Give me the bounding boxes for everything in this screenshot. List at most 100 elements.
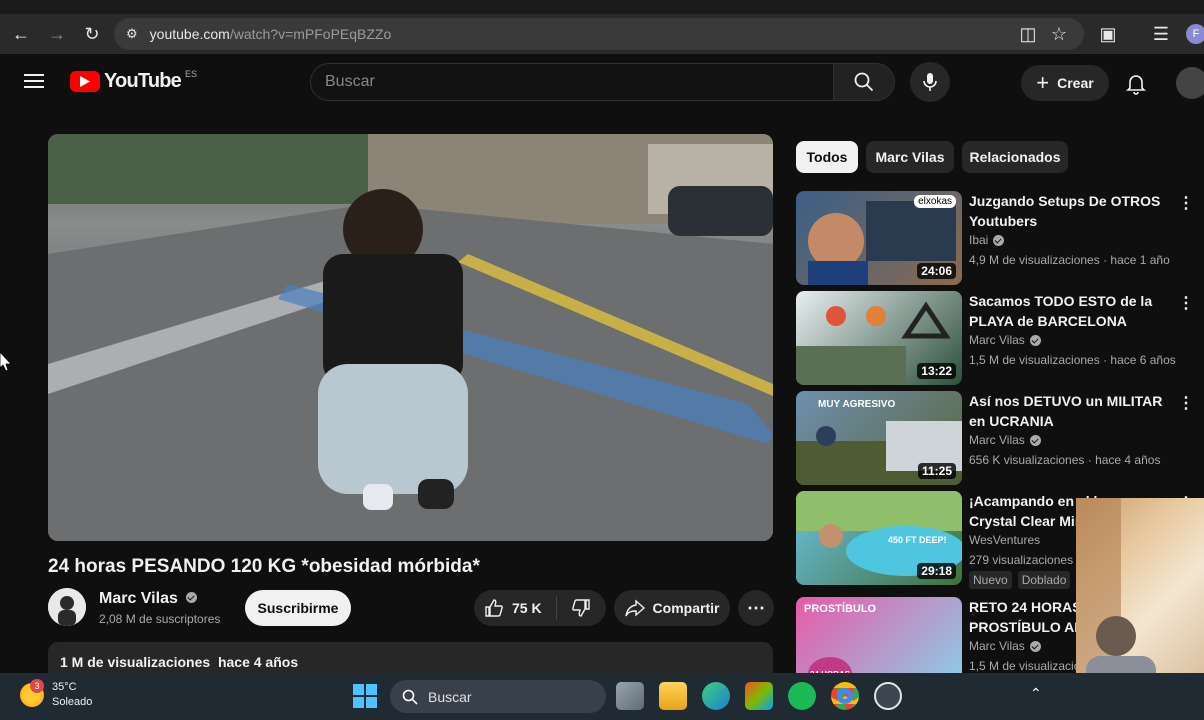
youtube-logo[interactable]: YouTube ES	[70, 69, 197, 93]
spotify-icon[interactable]	[788, 682, 816, 710]
weather-text: 35°C Soleado	[52, 680, 92, 710]
like-button[interactable]: 75 K	[474, 596, 557, 620]
related-channel-name[interactable]: Marc Vilas	[969, 433, 1025, 447]
extensions-icon[interactable]: ▣	[1094, 20, 1122, 48]
weather-widget[interactable]: 3 35°C Soleado	[20, 679, 92, 710]
thumbs-up-icon	[485, 599, 503, 617]
video-thumbnail[interactable]: PROSTÍBULO 24 HORAS	[796, 597, 962, 673]
video-thumbnail[interactable]: elxokas 24:06	[796, 191, 962, 285]
dislike-button[interactable]	[557, 598, 605, 618]
related-video[interactable]: 13:22 Sacamos TODO ESTO de la PLAYA de B…	[796, 291, 1204, 385]
verified-icon	[186, 592, 198, 603]
clock-badge: 24 HORAS	[808, 657, 852, 673]
related-channel-row: Marc Vilas	[969, 433, 1041, 447]
profile-avatar[interactable]: F	[1186, 24, 1204, 44]
notifications-bell-icon[interactable]	[1124, 71, 1148, 95]
menu-icon[interactable]	[24, 72, 46, 90]
task-view-icon[interactable]	[616, 682, 644, 710]
related-video-title[interactable]: Sacamos TODO ESTO de la PLAYA de BARCELO…	[969, 291, 1169, 331]
share-button[interactable]: Compartir	[614, 590, 730, 626]
more-options-icon[interactable]: ⋮	[1178, 293, 1194, 313]
search-button[interactable]	[833, 63, 895, 101]
back-button[interactable]: ←	[7, 20, 35, 48]
related-video[interactable]: MUY AGRESIVO 11:25 Así nos DETUVO un MIL…	[796, 391, 1204, 485]
address-bar[interactable]: ⚙ youtube.com/watch?v=mPFoPEqBZZo	[114, 18, 1084, 50]
search-icon	[402, 689, 418, 705]
browser-tab-strip	[0, 0, 1204, 14]
video-duration: 13:22	[917, 363, 956, 379]
share-arrow-icon	[624, 599, 645, 617]
subscriber-count: 2,08 M de suscriptores	[99, 612, 221, 626]
related-video-title[interactable]: Juzgando Setups De OTROS Youtubers	[969, 191, 1169, 231]
mouse-cursor-icon	[0, 351, 12, 377]
store-icon[interactable]	[745, 682, 773, 710]
chip-todos[interactable]: Todos	[796, 141, 858, 173]
video-thumbnail[interactable]: 13:22	[796, 291, 962, 385]
related-video-title[interactable]: Así nos DETUVO un MILITAR en UCRANIA	[969, 391, 1169, 431]
reload-button[interactable]: ↻	[78, 20, 106, 48]
media-controls-icon[interactable]: ☰	[1147, 20, 1175, 48]
video-thumbnail[interactable]: MUY AGRESIVO 11:25	[796, 391, 962, 485]
related-channel-name[interactable]: Ibai	[969, 233, 988, 247]
app-icon[interactable]	[874, 682, 902, 710]
taskbar-search[interactable]: Buscar	[390, 680, 606, 713]
chip-marc-vilas[interactable]: Marc Vilas	[866, 141, 954, 173]
bookmark-star-icon[interactable]: ☆	[1045, 20, 1073, 48]
thumbnail-tag: PROSTÍBULO	[804, 603, 877, 615]
channel-name-group[interactable]: Marc Vilas	[99, 590, 198, 608]
account-avatar[interactable]	[1176, 67, 1204, 99]
create-button[interactable]: + Crear	[1021, 65, 1109, 101]
chrome-icon[interactable]	[831, 682, 859, 710]
more-actions-button[interactable]: ⋯	[738, 590, 774, 626]
voice-search-button[interactable]	[910, 62, 950, 102]
video-frame	[48, 134, 773, 541]
youtube-play-icon	[70, 71, 100, 92]
new-badge: Nuevo	[969, 571, 1012, 589]
more-options-icon[interactable]: ⋮	[1178, 193, 1194, 213]
video-thumbnail[interactable]: 450 FT DEEP! 29:18	[796, 491, 962, 585]
verified-icon	[1029, 640, 1041, 652]
more-options-icon[interactable]: ⋮	[1178, 393, 1194, 413]
channel-avatar[interactable]	[48, 588, 86, 626]
like-count: 75 K	[512, 600, 542, 616]
related-channel-row: Marc Vilas	[969, 639, 1041, 653]
related-channel-name[interactable]: Marc Vilas	[969, 639, 1025, 653]
video-player[interactable]	[48, 134, 773, 541]
related-channel-name[interactable]: WesVentures	[969, 533, 1040, 547]
related-video[interactable]: elxokas 24:06 Juzgando Setups De OTROS Y…	[796, 191, 1204, 285]
edge-browser-icon[interactable]	[702, 682, 730, 710]
related-channel-row: WesVentures	[969, 533, 1040, 547]
like-dislike-group: 75 K	[474, 590, 606, 626]
temperature: 35°C	[52, 681, 77, 693]
video-duration: 24:06	[917, 263, 956, 279]
thumbnail-tag: MUY AGRESIVO	[818, 399, 896, 410]
taskbar-search-label: Buscar	[428, 688, 472, 705]
logo-text: YouTube	[104, 70, 182, 92]
windows-start-icon[interactable]	[352, 683, 380, 711]
related-channel-row: Ibai	[969, 233, 1005, 247]
related-channel-name[interactable]: Marc Vilas	[969, 333, 1025, 347]
subscribe-button[interactable]: Suscribirme	[245, 590, 351, 626]
cast-icon[interactable]: ◫	[1014, 20, 1042, 48]
verified-icon	[993, 234, 1005, 246]
share-label: Compartir	[652, 600, 720, 616]
forward-button[interactable]: →	[43, 20, 71, 48]
url-site: youtube.com	[149, 26, 230, 42]
url-text: youtube.com/watch?v=mPFoPEqBZZo	[150, 26, 392, 42]
create-label: Crear	[1057, 75, 1094, 91]
notification-badge: 3	[30, 679, 44, 693]
verified-icon	[1029, 434, 1041, 446]
file-explorer-icon[interactable]	[659, 682, 687, 710]
youtube-header: YouTube ES Buscar + Crear	[0, 54, 1204, 112]
related-video-meta: 1,5 M de visualizaciones · hace 6 años	[969, 353, 1176, 367]
sun-icon: 3	[20, 679, 44, 707]
video-title: 24 horas PESANDO 120 KG *obesidad mórbid…	[48, 556, 480, 577]
chip-relacionados[interactable]: Relacionados	[962, 141, 1068, 173]
channel-name[interactable]: Marc Vilas	[99, 590, 178, 607]
related-channel-row: Marc Vilas	[969, 333, 1041, 347]
chevron-up-icon[interactable]: ⌃	[1030, 685, 1042, 702]
video-duration: 11:25	[917, 463, 956, 479]
related-video-meta: 279 visualizaciones	[969, 553, 1074, 567]
site-info-icon[interactable]: ⚙	[126, 26, 138, 42]
search-input[interactable]: Buscar	[310, 63, 834, 101]
